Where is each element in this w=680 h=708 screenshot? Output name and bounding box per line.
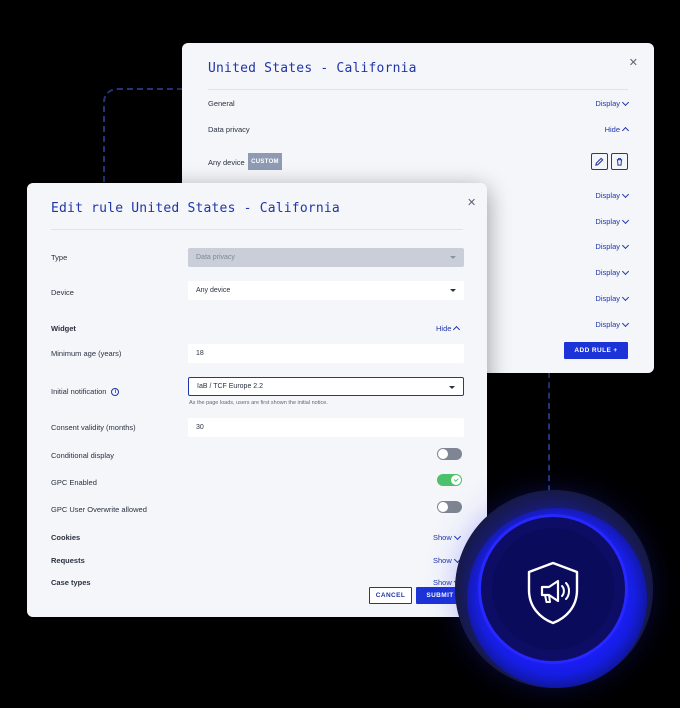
display-toggle[interactable]: Display bbox=[595, 216, 630, 226]
add-rule-button[interactable]: ADD RULE + bbox=[564, 342, 628, 359]
section-data-privacy-label: Data privacy bbox=[208, 125, 250, 134]
conditional-display-switch[interactable] bbox=[437, 448, 462, 460]
widget-hide-toggle[interactable]: Hide bbox=[436, 324, 461, 334]
chevron-down-icon bbox=[621, 98, 630, 106]
caret-down-icon bbox=[450, 256, 456, 259]
chevron-down-icon bbox=[621, 216, 630, 224]
chevron-down-icon bbox=[453, 532, 461, 540]
conditional-display-label: Conditional display bbox=[51, 451, 114, 460]
caret-down-icon bbox=[449, 386, 455, 389]
general-display-toggle[interactable]: Display bbox=[595, 98, 630, 108]
display-toggle[interactable]: Display bbox=[595, 241, 630, 251]
consent-validity-value: 30 bbox=[196, 424, 204, 431]
initial-notification-helper: As the page loads, users are first shown… bbox=[189, 400, 328, 406]
chevron-down-icon bbox=[621, 293, 630, 301]
device-label: Device bbox=[51, 288, 74, 297]
chevron-down-icon bbox=[621, 190, 630, 198]
device-value: Any device bbox=[196, 287, 231, 294]
gpc-enabled-switch[interactable] bbox=[437, 474, 462, 486]
consent-validity-label: Consent validity (months) bbox=[51, 423, 136, 432]
display-toggle[interactable]: Display bbox=[595, 293, 630, 303]
gpc-enabled-label: GPC Enabled bbox=[51, 478, 97, 487]
caret-down-icon bbox=[450, 289, 456, 292]
divider bbox=[208, 89, 628, 90]
shield-megaphone-icon bbox=[527, 561, 579, 625]
switch-knob bbox=[438, 449, 448, 459]
chevron-down-icon bbox=[621, 241, 630, 249]
section-general-label: General bbox=[208, 99, 235, 108]
device-row-label: Any device bbox=[208, 158, 245, 167]
min-age-input[interactable]: 18 bbox=[188, 344, 464, 363]
cancel-button[interactable]: CANCEL bbox=[369, 587, 412, 604]
initial-notification-select[interactable]: IaB / TCF Europe 2.2 bbox=[188, 377, 464, 396]
check-icon bbox=[453, 477, 459, 482]
card-title: United States - California bbox=[208, 61, 417, 76]
data-privacy-hide-toggle[interactable]: Hide bbox=[605, 125, 630, 135]
chevron-up-icon bbox=[621, 126, 630, 135]
consent-validity-input[interactable]: 30 bbox=[188, 418, 464, 437]
initial-notification-label: Initial notification i bbox=[51, 387, 120, 397]
min-age-value: 18 bbox=[196, 350, 204, 357]
close-icon[interactable]: ✕ bbox=[467, 196, 476, 209]
dashed-connector bbox=[103, 88, 183, 198]
switch-knob bbox=[438, 502, 448, 512]
initial-notification-value: IaB / TCF Europe 2.2 bbox=[197, 383, 264, 390]
chevron-up-icon bbox=[453, 325, 461, 334]
requests-section-label: Requests bbox=[51, 556, 85, 565]
type-select: Data privacy bbox=[188, 248, 464, 267]
custom-tag: CUSTOM bbox=[248, 153, 282, 170]
chevron-down-icon bbox=[621, 319, 630, 327]
cookies-section-label: Cookies bbox=[51, 533, 81, 542]
edit-button[interactable] bbox=[591, 153, 608, 170]
dialog-title: Edit rule United States - California bbox=[51, 201, 340, 216]
requests-show-toggle[interactable]: Show bbox=[433, 555, 461, 565]
info-icon[interactable]: i bbox=[111, 388, 120, 397]
widget-section-label: Widget bbox=[51, 324, 76, 333]
pencil-icon bbox=[595, 157, 604, 166]
case-types-section-label: Case types bbox=[51, 578, 91, 587]
chevron-down-icon bbox=[621, 267, 630, 275]
gpc-overwrite-label: GPC User Overwrite allowed bbox=[51, 505, 147, 514]
cookies-show-toggle[interactable]: Show bbox=[433, 532, 461, 542]
type-value: Data privacy bbox=[196, 254, 235, 261]
device-select[interactable]: Any device bbox=[188, 281, 464, 300]
display-toggle[interactable]: Display bbox=[595, 190, 630, 200]
min-age-label: Minimum age (years) bbox=[51, 349, 122, 358]
delete-button[interactable] bbox=[611, 153, 628, 170]
trash-icon bbox=[616, 157, 623, 166]
type-label: Type bbox=[51, 253, 68, 262]
gpc-overwrite-switch[interactable] bbox=[437, 501, 462, 513]
display-toggle[interactable]: Display bbox=[595, 267, 630, 277]
display-toggle[interactable]: Display bbox=[595, 319, 630, 329]
divider bbox=[51, 229, 463, 230]
close-icon[interactable]: ✕ bbox=[629, 56, 638, 69]
switch-knob bbox=[451, 475, 461, 485]
